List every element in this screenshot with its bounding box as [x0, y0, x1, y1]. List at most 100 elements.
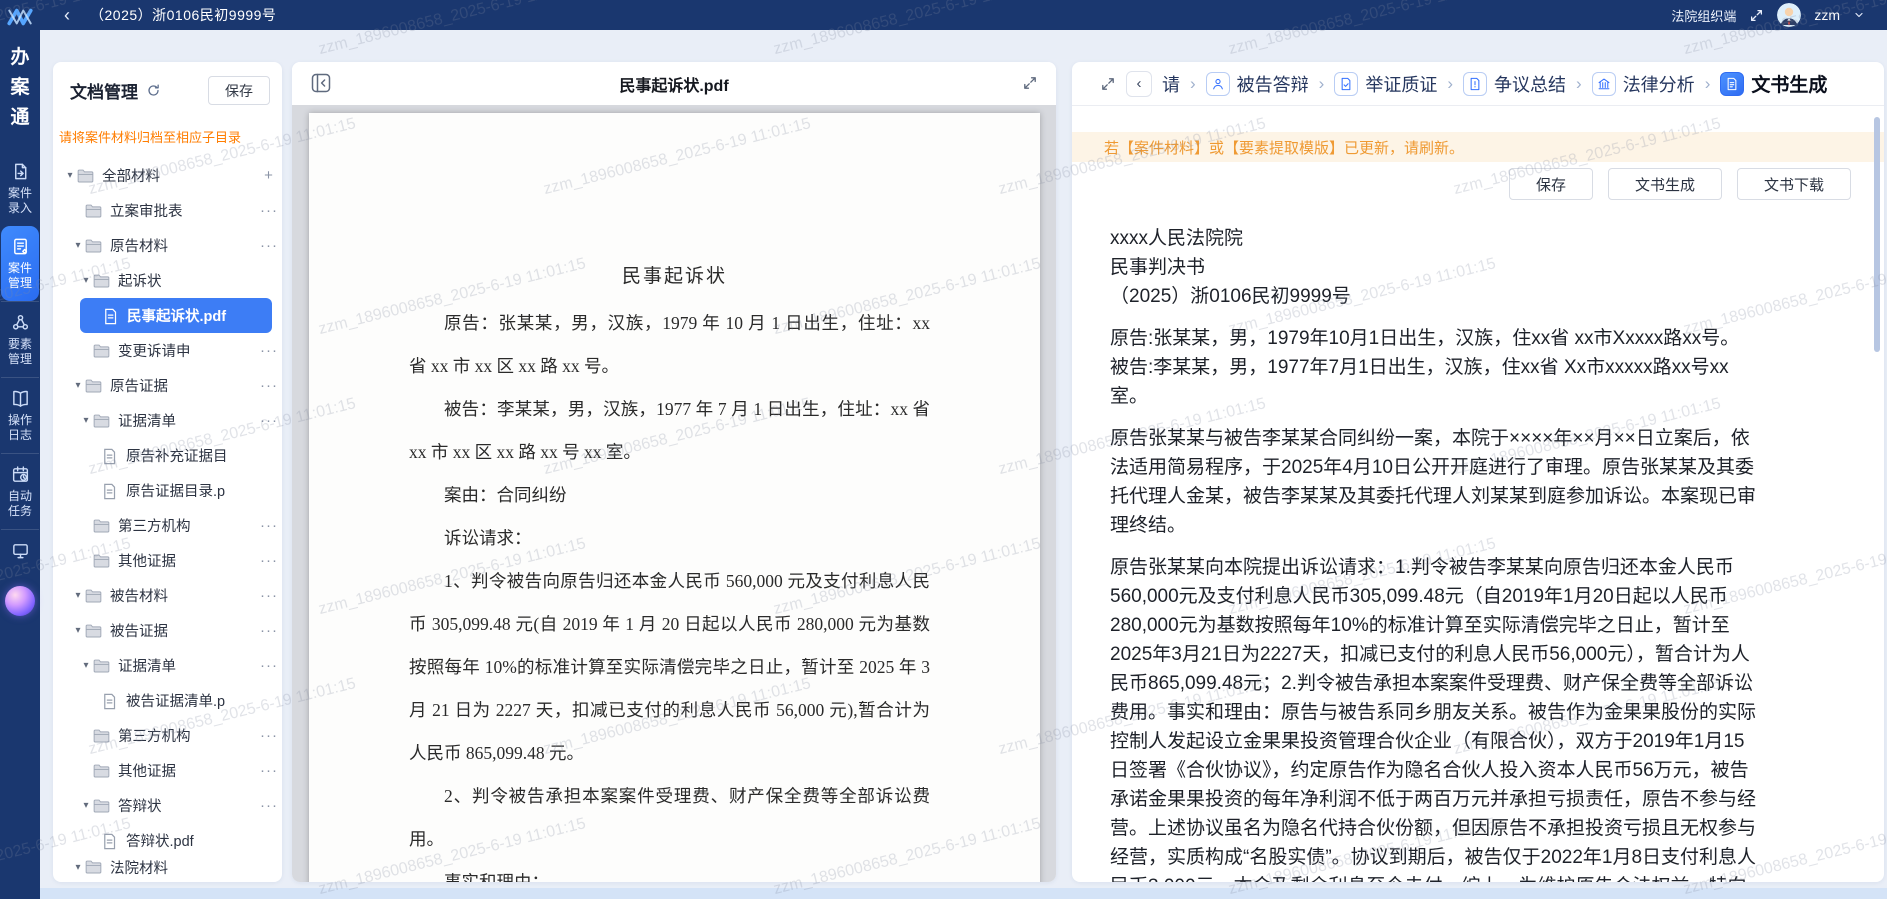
fullscreen-icon[interactable] [1749, 8, 1764, 23]
more-actions-icon[interactable]: ··· [256, 657, 282, 674]
workflow-step-被告答辩[interactable]: 被告答辩 [1206, 71, 1309, 97]
caret-down-icon[interactable]: ▾ [71, 625, 85, 636]
workflow-step-文书生成[interactable]: 文书生成 [1720, 70, 1827, 97]
tree-file-答辩状.pdf[interactable]: 答辩状.pdf [53, 823, 282, 858]
workflow-step-争议总结[interactable]: 争议总结 [1463, 71, 1566, 97]
caret-down-icon[interactable]: ▾ [71, 862, 85, 873]
collapse-panel-icon[interactable] [310, 72, 332, 94]
tree-file-民事起诉状.pdf[interactable]: 民事起诉状.pdf [80, 298, 272, 333]
pdf-canvas-area[interactable]: 民事起诉状 原告：张某某，男，汉族，1979 年 10 月 1 日出生，住址：x… [292, 105, 1056, 882]
more-actions-icon[interactable]: ··· [256, 517, 282, 534]
folder-icon [93, 553, 110, 569]
more-actions-icon[interactable]: ··· [256, 762, 282, 779]
tree-node-label: 第三方机构 [118, 725, 256, 746]
more-actions-icon[interactable]: ··· [256, 552, 282, 569]
case-manage-icon [11, 237, 30, 256]
step-separator-icon: › [1319, 74, 1325, 94]
sidebar-item-案件管理[interactable]: 案件管理 [1, 226, 39, 301]
tree-folder-立案审批表[interactable]: 立案审批表··· [53, 193, 282, 228]
more-actions-icon[interactable]: ··· [256, 202, 282, 219]
pdf-document-title: 民事起诉状 [309, 261, 1040, 288]
workflow-step-请[interactable]: 请 [1162, 71, 1180, 97]
tree-folder-全部材料[interactable]: ▾ 全部材料+ [53, 158, 282, 193]
tree-folder-第三方机构[interactable]: 第三方机构··· [53, 718, 282, 753]
caret-down-icon[interactable]: ▾ [79, 800, 93, 811]
tree-node-label: 全部材料 [102, 165, 256, 186]
pdf-paragraph: 诉讼请求： [409, 517, 930, 560]
sidebar-item-workbench[interactable] [1, 529, 39, 570]
tree-node-label: 变更诉请申 [118, 340, 256, 361]
more-actions-icon[interactable]: ··· [256, 727, 282, 744]
tree-folder-原告材料[interactable]: ▾原告材料··· [53, 228, 282, 263]
username[interactable]: zzm [1814, 7, 1840, 23]
more-actions-icon[interactable]: ··· [256, 237, 282, 254]
more-actions-icon[interactable]: ··· [256, 797, 282, 814]
tree-folder-法院材料[interactable]: ▾法院材料 [53, 858, 282, 876]
workflow-step-举证质证[interactable]: 举证质证 [1334, 71, 1437, 97]
sidebar-item-案件录入[interactable]: 案件录入 [1, 151, 39, 226]
ai-assistant-button[interactable] [5, 586, 35, 616]
auto-task-icon [11, 465, 30, 484]
document-manager-panel: 文档管理 保存 请将案件材料归档至相应子目录 ▾全部材料+立案审批表···▾原告… [53, 62, 282, 882]
more-actions-icon[interactable]: ··· [256, 622, 282, 639]
sidebar-item-要素管理[interactable]: 要素管理 [1, 301, 39, 377]
folder-icon [93, 798, 110, 814]
add-node-icon[interactable]: + [256, 167, 282, 184]
save-button[interactable]: 保存 [208, 76, 270, 105]
tree-folder-答辩状[interactable]: ▾ 答辩状··· [53, 788, 282, 823]
caret-down-icon[interactable]: ▾ [71, 240, 85, 251]
avatar[interactable] [1777, 3, 1801, 27]
sidebar-item-自动任务[interactable]: 自动任务 [1, 453, 39, 529]
chevron-down-icon[interactable] [1853, 9, 1865, 21]
caret-down-icon[interactable]: ▾ [63, 170, 77, 181]
pdf-viewer-header: 民事起诉状.pdf [292, 62, 1056, 106]
caret-down-icon[interactable]: ▾ [79, 275, 93, 286]
step-separator-icon: › [1576, 74, 1582, 94]
tree-folder-被告证据[interactable]: ▾被告证据··· [53, 613, 282, 648]
expand-workflow-icon[interactable] [1100, 76, 1116, 92]
tree-folder-证据清单[interactable]: ▾证据清单··· [53, 403, 282, 438]
tree-node-label: 第三方机构 [118, 515, 256, 536]
expand-pdf-icon[interactable] [1022, 75, 1038, 91]
more-actions-icon[interactable]: ··· [256, 377, 282, 394]
scrollbar-thumb[interactable] [1874, 117, 1880, 352]
folder-icon [93, 273, 110, 289]
tree-folder-其他证据[interactable]: 其他证据··· [53, 543, 282, 578]
more-actions-icon[interactable]: ··· [256, 587, 282, 604]
tree-file-原告证据目录.p[interactable]: 原告证据目录.p [53, 473, 282, 508]
more-actions-icon[interactable]: ··· [256, 412, 282, 429]
person-icon [1206, 72, 1230, 96]
caret-down-icon[interactable]: ▾ [71, 590, 85, 601]
tree-folder-起诉状[interactable]: ▾起诉状 [53, 263, 282, 298]
sidebar: 办案通 案件录入案件管理要素管理操作日志自动任务 [0, 0, 40, 899]
tree-folder-第三方机构[interactable]: 第三方机构··· [53, 508, 282, 543]
folder-icon [93, 518, 110, 534]
tree-folder-原告证据[interactable]: ▾原告证据··· [53, 368, 282, 403]
more-actions-icon[interactable]: ··· [256, 342, 282, 359]
tree-folder-变更诉请申[interactable]: 变更诉请申··· [53, 333, 282, 368]
case-number-title: （2025）浙0106民初9999号 [90, 5, 276, 25]
sidebar-item-操作日志[interactable]: 操作日志 [1, 377, 39, 453]
tree-folder-证据清单[interactable]: ▾证据清单··· [53, 648, 282, 683]
workflow-step-法律分析[interactable]: 法律分析 [1592, 71, 1695, 97]
workflow-button-文书下载[interactable]: 文书下载 [1737, 168, 1851, 200]
tree-file-原告补充证据目[interactable]: 原告补充证据目 [53, 438, 282, 473]
app-logo[interactable] [6, 3, 34, 29]
caret-down-icon[interactable]: ▾ [79, 415, 93, 426]
app-root: ‹ （2025）浙0106民初9999号 法院组织端 zzm 办案通 案件录入案… [0, 0, 1887, 899]
tree-folder-其他证据[interactable]: 其他证据··· [53, 753, 282, 788]
caret-down-icon[interactable]: ▾ [79, 660, 93, 671]
tree-folder-被告材料[interactable]: ▾被告材料··· [53, 578, 282, 613]
folder-icon [85, 623, 102, 639]
generated-document[interactable]: xxxx人民法院院 民事判决书 （2025）浙0106民初9999号原告:张某某… [1110, 210, 1758, 882]
tree-node-label: 答辩状 [118, 795, 256, 816]
workflow-button-保存[interactable]: 保存 [1509, 168, 1593, 200]
back-icon[interactable]: ‹ [64, 6, 70, 24]
caret-down-icon[interactable]: ▾ [71, 380, 85, 391]
document-manager-header: 文档管理 保存 [53, 62, 282, 105]
workflow-button-文书生成[interactable]: 文书生成 [1608, 168, 1722, 200]
refresh-icon[interactable] [146, 83, 161, 98]
tree-file-被告证据清单.p[interactable]: 被告证据清单.p [53, 683, 282, 718]
pdf-paragraph: 2、判令被告承担本案案件受理费、财产保全费等全部诉讼费用。 [409, 775, 930, 861]
steps-scroll-left-button[interactable]: ‹ [1126, 71, 1152, 97]
